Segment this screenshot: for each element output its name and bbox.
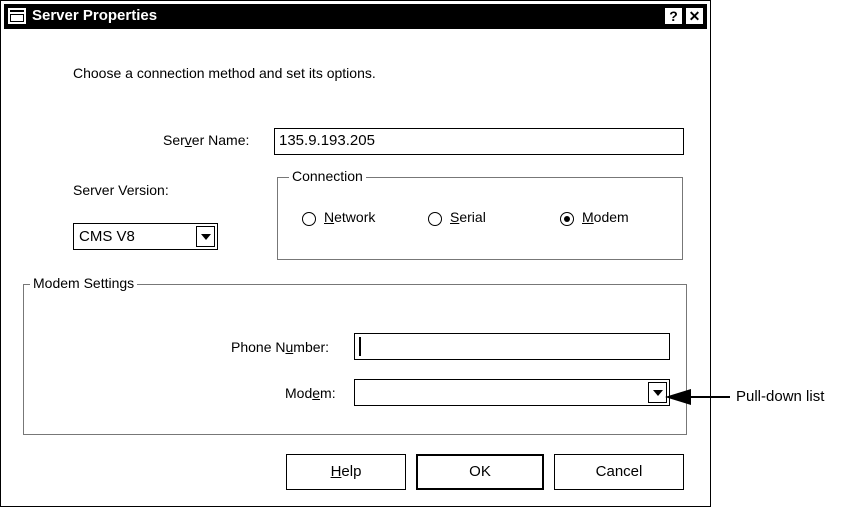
phone-number-input[interactable] bbox=[354, 333, 670, 360]
close-icon[interactable]: ✕ bbox=[685, 7, 704, 25]
server-name-input[interactable]: 135.9.193.205 bbox=[274, 128, 684, 155]
callout-line bbox=[690, 396, 730, 398]
title-bar: Server Properties ? ✕ bbox=[4, 4, 707, 29]
server-version-dropdown-icon[interactable] bbox=[196, 226, 215, 247]
server-name-label: Server Name: bbox=[163, 132, 250, 148]
text-caret bbox=[359, 337, 361, 356]
ok-button[interactable]: OK bbox=[416, 454, 544, 490]
modem-select[interactable] bbox=[354, 379, 670, 406]
phone-number-label: Phone Number: bbox=[231, 339, 330, 355]
help-button[interactable]: Help bbox=[286, 454, 406, 490]
server-version-select[interactable]: CMS V8 bbox=[73, 223, 218, 250]
dialog-title: Server Properties bbox=[32, 7, 158, 24]
serial-label[interactable]: Serial bbox=[450, 209, 486, 225]
server-version-label: Server Version: bbox=[73, 182, 169, 198]
modem-radio-label[interactable]: Modem bbox=[582, 209, 629, 225]
network-radio[interactable] bbox=[302, 212, 316, 226]
serial-radio[interactable] bbox=[428, 212, 442, 226]
intro-text: Choose a connection method and set its o… bbox=[73, 65, 376, 81]
callout-label: Pull-down list bbox=[736, 388, 825, 405]
modem-radio[interactable] bbox=[560, 212, 574, 226]
cancel-button[interactable]: Cancel bbox=[554, 454, 684, 490]
server-version-value: CMS V8 bbox=[79, 228, 135, 245]
network-label[interactable]: Network bbox=[324, 209, 375, 225]
modem-settings-legend: Modem Settings bbox=[30, 275, 138, 291]
callout-arrow-icon bbox=[665, 389, 691, 405]
help-title-button[interactable]: ? bbox=[664, 7, 683, 25]
window-icon bbox=[7, 7, 27, 25]
modem-label: Modem: bbox=[285, 385, 336, 401]
connection-legend: Connection bbox=[289, 168, 366, 184]
connection-group: Connection Network Serial Modem bbox=[277, 168, 683, 260]
server-properties-dialog: Server Properties ? ✕ Choose a connectio… bbox=[0, 0, 711, 507]
